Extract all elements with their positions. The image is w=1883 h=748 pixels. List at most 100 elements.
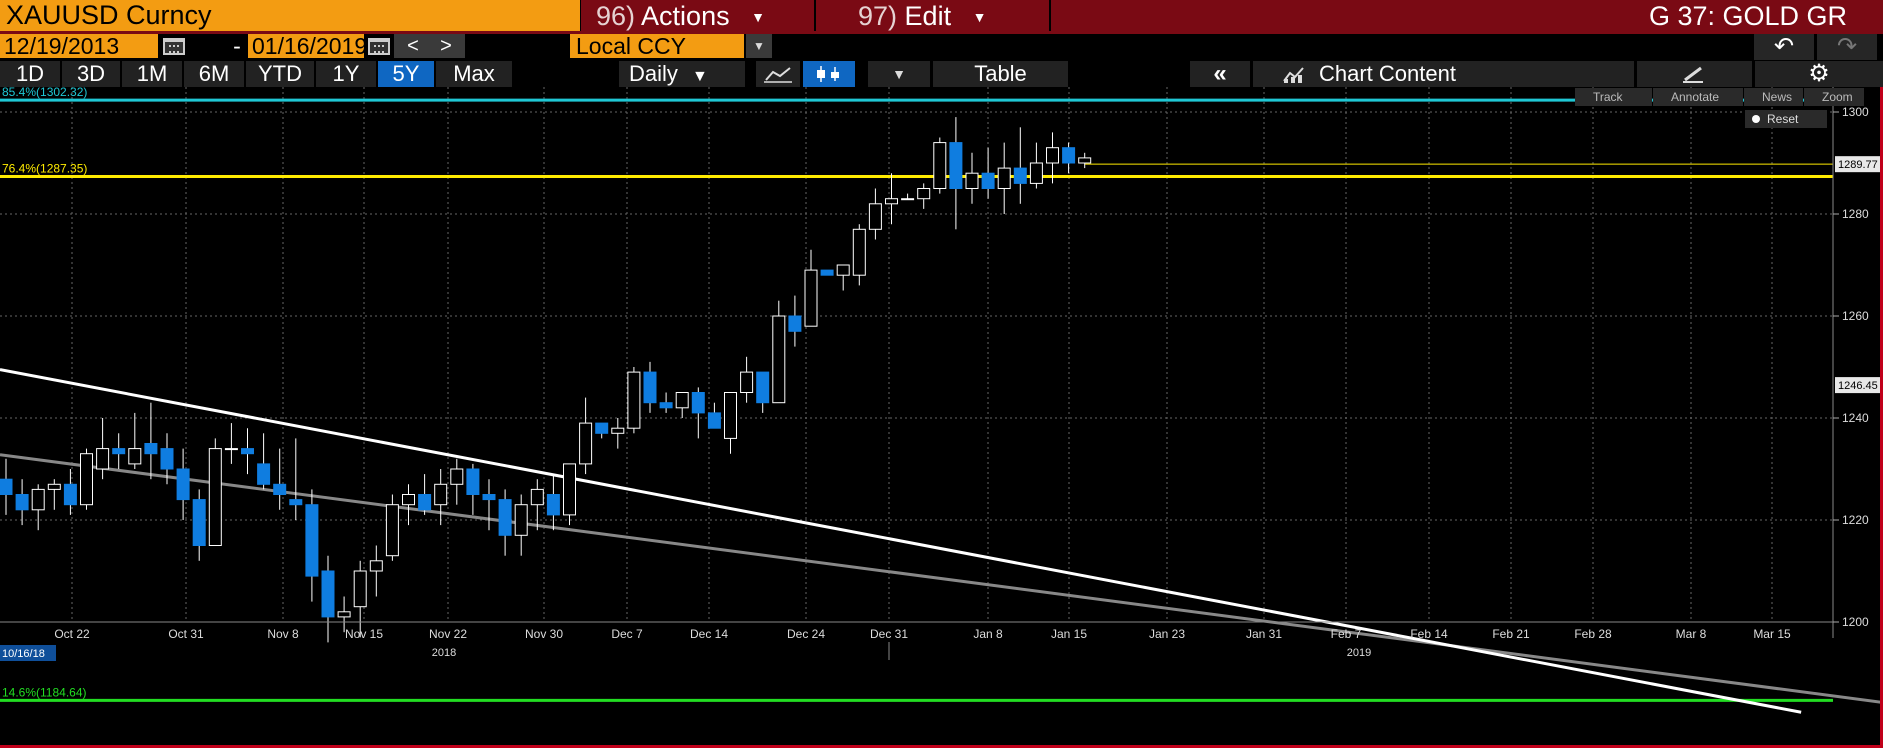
candle-body <box>208 448 222 547</box>
reset-label: Reset <box>1767 112 1799 126</box>
redo-button[interactable]: ↷ <box>1817 34 1877 60</box>
range-1m-button[interactable]: 1M <box>122 61 182 87</box>
x-tick-label: Oct 22 <box>54 627 90 641</box>
edit-number: 97) <box>858 1 898 31</box>
candle-body <box>820 269 834 276</box>
zoom-label: Zoom <box>1822 90 1853 104</box>
candle-body <box>47 483 61 490</box>
range-ytd-button[interactable]: YTD <box>246 61 314 87</box>
chevron-down-icon: ▼ <box>751 9 765 26</box>
candle-body <box>96 448 110 470</box>
candlestick-icon <box>817 66 839 82</box>
price-chart[interactable]: 85.4%(1302.32) 76.4%(1287.35) 14.6%(1184.6… <box>0 87 1883 748</box>
fib-label: 14.6%(1184.64) <box>2 685 87 699</box>
edit-chart-button[interactable] <box>1637 61 1752 87</box>
candle-body <box>15 494 29 511</box>
chart-type-dropdown[interactable]: ▼ <box>868 61 930 87</box>
x-tick-label: Jan 15 <box>1051 627 1087 641</box>
y-tick-label: 1300 <box>1842 105 1869 119</box>
news-label: News <box>1762 90 1793 104</box>
y-tick-label: 1280 <box>1842 207 1869 221</box>
y-tick-label: 1260 <box>1842 309 1869 323</box>
edit-menu-button[interactable]: 97) Edit ▼ <box>816 0 1049 33</box>
x-tick-label: Oct 31 <box>168 627 204 641</box>
line-chart-icon <box>764 67 792 83</box>
candle-body <box>1029 162 1043 184</box>
ticker-field[interactable]: XAUUSD Curncy <box>0 0 580 31</box>
chevron-down-icon: ▼ <box>972 9 987 26</box>
y-tick-label: 1240 <box>1842 411 1869 425</box>
x-tick-label: Nov 15 <box>345 627 383 641</box>
x-tick-label: Nov 22 <box>429 627 467 641</box>
annotate-label: Annotate <box>1671 90 1720 104</box>
candle-body <box>530 488 544 506</box>
y-tick-label: 1220 <box>1842 513 1869 527</box>
candle-body <box>1046 147 1059 164</box>
candle-body <box>80 453 93 506</box>
candle-body <box>546 494 560 516</box>
start-date-label: 10/16/18 <box>2 648 45 660</box>
chart-content-button[interactable]: Chart Content <box>1253 61 1634 87</box>
candle-body <box>933 142 947 189</box>
candle-body <box>981 172 995 189</box>
candle-body <box>305 504 319 577</box>
candle-body <box>160 448 174 470</box>
range-5y-button[interactable]: 5Y <box>378 61 434 87</box>
candle-body <box>868 203 882 230</box>
line-chart-button[interactable] <box>756 61 800 87</box>
candle-body <box>885 198 898 205</box>
actions-label: Actions <box>641 1 730 31</box>
x-tick-label: Dec 14 <box>690 627 728 641</box>
x-tick-label: Mar 15 <box>1753 627 1791 641</box>
range-6m-button[interactable]: 6M <box>184 61 244 87</box>
next-period-button[interactable]: > <box>427 34 465 58</box>
range-1y-button[interactable]: 1Y <box>316 61 376 87</box>
settings-button[interactable]: ⚙ <box>1755 61 1883 87</box>
table-button[interactable]: Table <box>933 61 1068 87</box>
candle-body <box>965 172 979 189</box>
candlestick-chart-button[interactable] <box>803 61 855 87</box>
candle-body <box>804 269 818 327</box>
frequency-select[interactable]: Daily ▼ <box>619 61 745 87</box>
chevron-down-icon[interactable]: ▼ <box>746 34 772 58</box>
actions-menu-button[interactable]: 96) Actions ▼ <box>581 0 814 33</box>
x-tick-label: Dec 7 <box>611 627 643 641</box>
candle-body <box>434 483 448 506</box>
zoom-tool-button[interactable]: Zoom <box>1804 88 1864 106</box>
gear-icon: ⚙ <box>1808 60 1830 87</box>
track-tool-button[interactable]: Track <box>1575 88 1652 106</box>
candle-body <box>369 560 383 572</box>
candle-body <box>611 427 625 434</box>
candle-body <box>772 315 786 404</box>
calendar-icon[interactable] <box>368 38 390 55</box>
currency-select[interactable]: Local CCY <box>570 34 744 59</box>
x-tick-label: Feb 14 <box>1410 627 1448 641</box>
range-3d-button[interactable]: 3D <box>62 61 120 87</box>
range-max-button[interactable]: Max <box>436 61 512 87</box>
undo-button[interactable]: ↶ <box>1754 34 1814 60</box>
candle-body <box>514 504 528 536</box>
candle-body <box>112 448 126 455</box>
annotate-tool-button[interactable]: Annotate <box>1653 88 1743 106</box>
title-bar: XAUUSD Curncy 96) Actions ▼ 97) Edit ▼ G… <box>0 0 1883 34</box>
candle-body <box>241 448 254 455</box>
reset-zoom-button[interactable]: Reset <box>1745 110 1827 128</box>
candle-body <box>901 198 915 201</box>
candle-body <box>482 494 496 501</box>
year-label: 2019 <box>1347 647 1371 659</box>
news-tool-button[interactable]: News <box>1744 88 1803 106</box>
x-tick-label: Feb 21 <box>1492 627 1530 641</box>
candle-body <box>0 478 13 496</box>
candle-body <box>595 422 609 434</box>
candle-body <box>466 468 480 495</box>
candle-body <box>917 188 931 200</box>
date-range-bar: 12/19/2013 - 01/16/2019 < > Local CCY ▼ … <box>0 34 1883 60</box>
x-tick-label: Feb 28 <box>1574 627 1612 641</box>
price-tag-label: 1246.45 <box>1838 380 1878 392</box>
end-date-field[interactable]: 01/16/2019 <box>248 34 367 59</box>
collapse-panel-button[interactable]: « <box>1190 61 1250 87</box>
start-date-field[interactable]: 12/19/2013 <box>0 34 158 59</box>
range-1d-button[interactable]: 1D <box>0 61 60 87</box>
candle-body <box>498 499 512 536</box>
calendar-icon[interactable] <box>163 38 185 55</box>
